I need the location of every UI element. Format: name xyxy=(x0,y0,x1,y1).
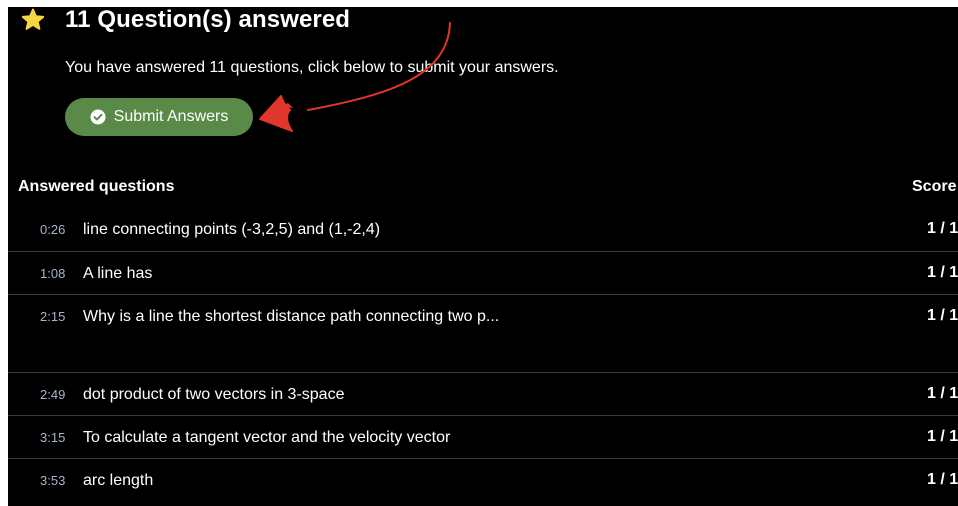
question-timestamp[interactable]: 1:08 xyxy=(40,266,65,281)
question-text[interactable]: To calculate a tangent vector and the ve… xyxy=(83,420,523,455)
answered-questions-list: 0:26 line connecting points (-3,2,5) and… xyxy=(8,208,958,503)
question-score: 1 / 1 xyxy=(927,385,958,402)
question-text[interactable]: arc length xyxy=(83,463,523,498)
table-row[interactable]: 2:15 Why is a line the shortest distance… xyxy=(8,295,958,373)
table-row[interactable]: 1:08 A line has 1 / 1 xyxy=(8,252,958,295)
page-title: 11 Question(s) answered xyxy=(65,7,351,33)
answered-questions-heading: Answered questions xyxy=(18,178,175,195)
question-score: 1 / 1 xyxy=(927,471,958,488)
question-timestamp[interactable]: 2:15 xyxy=(40,309,65,324)
question-text[interactable]: dot product of two vectors in 3-space xyxy=(83,377,523,412)
table-row[interactable]: 3:15 To calculate a tangent vector and t… xyxy=(8,416,958,459)
question-timestamp[interactable]: 3:15 xyxy=(40,430,65,445)
submit-description: You have answered 11 questions, click be… xyxy=(65,59,559,76)
score-heading: Score xyxy=(912,178,957,195)
table-row[interactable]: 2:49 dot product of two vectors in 3-spa… xyxy=(8,373,958,416)
question-text[interactable]: line connecting points (-3,2,5) and (1,-… xyxy=(83,212,523,247)
submit-answers-button[interactable]: Submit Answers xyxy=(65,98,253,136)
answered-questions-header: Answered questions Score xyxy=(18,178,958,196)
check-circle-icon xyxy=(90,109,106,125)
question-text[interactable]: A line has xyxy=(83,256,523,291)
question-timestamp[interactable]: 0:26 xyxy=(40,222,65,237)
header: 11 Question(s) answered xyxy=(20,7,350,33)
question-score: 1 / 1 xyxy=(927,264,958,281)
content-frame: 11 Question(s) answered You have answere… xyxy=(8,7,958,506)
star-icon xyxy=(20,7,46,33)
submit-answers-label: Submit Answers xyxy=(113,108,229,125)
question-score: 1 / 1 xyxy=(927,220,958,237)
table-row[interactable]: 3:53 arc length 1 / 1 xyxy=(8,459,958,503)
question-timestamp[interactable]: 2:49 xyxy=(40,387,65,402)
question-text[interactable]: Why is a line the shortest distance path… xyxy=(83,299,523,334)
question-score: 1 / 1 xyxy=(927,428,958,445)
question-timestamp[interactable]: 3:53 xyxy=(40,473,65,488)
table-row[interactable]: 0:26 line connecting points (-3,2,5) and… xyxy=(8,208,958,252)
question-score: 1 / 1 xyxy=(927,307,958,324)
